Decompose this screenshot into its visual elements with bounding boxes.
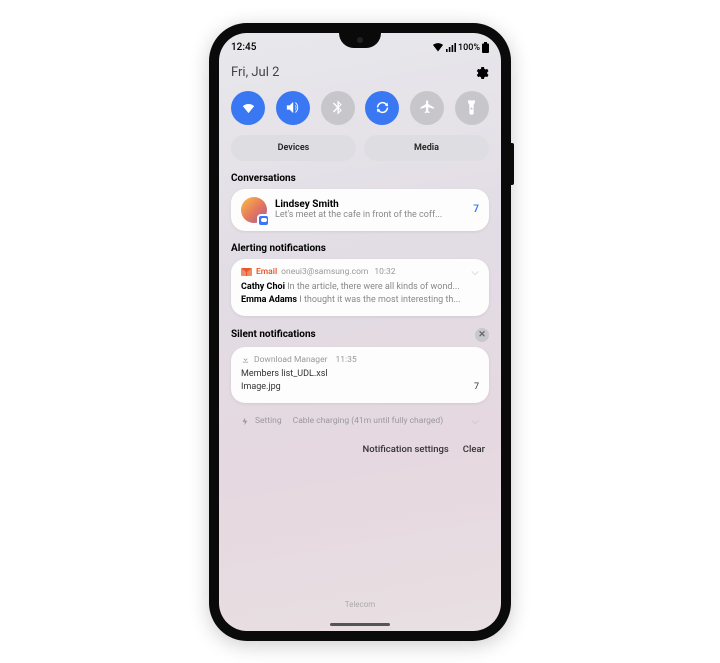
setting-app-label: Setting	[255, 416, 282, 426]
status-time: 12:45	[231, 42, 256, 53]
email-time-label: 10:32	[374, 267, 395, 277]
download-icon	[241, 355, 250, 364]
rotate-toggle[interactable]	[365, 91, 399, 125]
download-head: Download Manager 11:35	[241, 355, 479, 365]
email-line-1: Cathy Choi In the article, there were al…	[241, 281, 479, 295]
front-camera	[357, 37, 363, 43]
date-label: Fri, Jul 2	[231, 65, 279, 80]
conversation-sender: Lindsey Smith	[275, 199, 461, 210]
settings-gear-icon[interactable]	[473, 65, 489, 81]
charging-notification[interactable]: Setting Cable charging (41m until fully …	[231, 409, 489, 434]
alerting-heading: Alerting notifications	[231, 243, 489, 254]
sound-toggle[interactable]	[276, 91, 310, 125]
download-file-1: Members list_UDL.xsl	[241, 368, 479, 382]
email-app-label: Email	[256, 267, 277, 277]
download-notification[interactable]: Download Manager 11:35 Members list_UDL.…	[231, 347, 489, 403]
messages-app-badge-icon	[257, 214, 270, 227]
download-time-label: 11:35	[335, 355, 356, 365]
conversations-heading: Conversations	[231, 173, 489, 184]
clear-link[interactable]: Clear	[463, 444, 485, 455]
silent-heading: Silent notifications ✕	[231, 328, 489, 342]
media-label: Media	[414, 143, 439, 153]
phone-frame: 12:45 100% Fri, Jul 2	[209, 23, 511, 641]
date-row: Fri, Jul 2	[231, 65, 489, 81]
footer-links: Notification settings Clear	[231, 444, 489, 455]
phone-screen: 12:45 100% Fri, Jul 2	[219, 33, 501, 631]
phone-side-button	[511, 143, 514, 185]
media-button[interactable]: Media	[364, 135, 489, 161]
wifi-status-icon	[432, 43, 444, 52]
chevron-down-icon[interactable]: ⌵	[471, 267, 479, 278]
conversation-body: Lindsey Smith Let's meet at the cafe in …	[275, 199, 461, 220]
quick-settings-row	[231, 91, 489, 125]
signal-status-icon	[446, 43, 456, 52]
silent-dismiss-button[interactable]: ✕	[475, 328, 489, 342]
flashlight-toggle[interactable]	[455, 91, 489, 125]
gesture-nav-bar[interactable]	[330, 623, 390, 626]
notification-settings-link[interactable]: Notification settings	[363, 444, 449, 455]
email-head: Email oneui3@samsung.com 10:32 ⌵	[241, 267, 479, 278]
bluetooth-toggle[interactable]	[321, 91, 355, 125]
contact-avatar	[241, 197, 267, 223]
status-right-icons: 100%	[432, 42, 489, 53]
airplane-toggle[interactable]	[410, 91, 444, 125]
pills-row: Devices Media	[231, 135, 489, 161]
email-account-label: oneui3@samsung.com	[281, 267, 368, 277]
setting-text: Cable charging (41m until fully charged)	[293, 416, 444, 426]
battery-status-icon	[482, 42, 489, 53]
email-notification[interactable]: Email oneui3@samsung.com 10:32 ⌵ Cathy C…	[231, 259, 489, 316]
bolt-icon	[241, 417, 250, 426]
wifi-toggle[interactable]	[231, 91, 265, 125]
devices-button[interactable]: Devices	[231, 135, 356, 161]
chevron-down-icon[interactable]: ⌵	[471, 416, 479, 427]
battery-pct-label: 100%	[458, 43, 480, 53]
email-app-icon	[241, 268, 252, 276]
conversation-preview: Let's meet at the cafe in front of the c…	[275, 210, 461, 220]
download-app-label: Download Manager	[254, 355, 327, 365]
download-file-2: Image.jpg7	[241, 381, 479, 395]
conversation-notification[interactable]: Lindsey Smith Let's meet at the cafe in …	[231, 189, 489, 231]
conversation-count-badge: 7	[473, 204, 479, 215]
devices-label: Devices	[278, 143, 310, 153]
email-line-2: Emma Adams I thought it was the most int…	[241, 294, 479, 308]
carrier-label: Telecom	[231, 600, 489, 609]
